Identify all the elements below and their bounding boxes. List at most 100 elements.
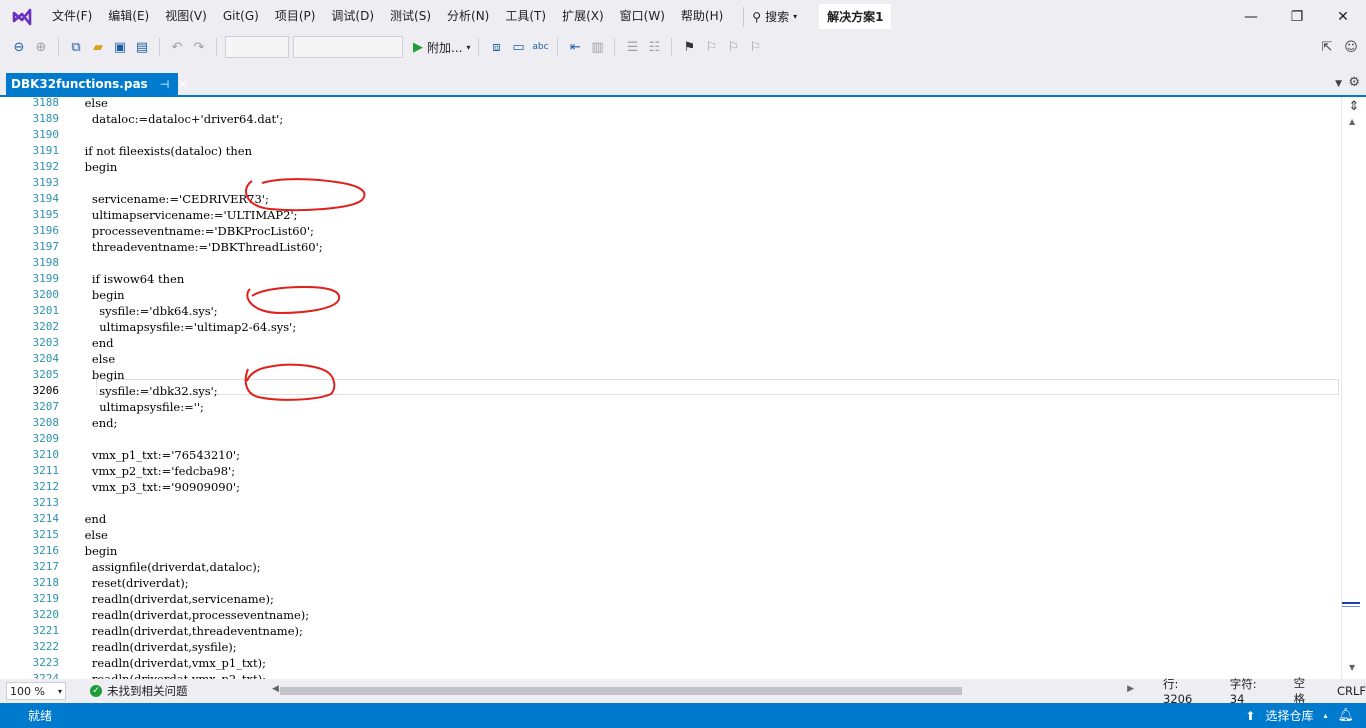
solution-platform-combo[interactable]: [293, 36, 403, 58]
code-text[interactable]: if iswow64 then: [70, 271, 184, 287]
menu-window[interactable]: 窗口(W): [612, 0, 673, 33]
scroll-up-icon[interactable]: ▲: [1349, 117, 1355, 126]
indent-icon[interactable]: ☰: [623, 38, 641, 56]
code-text[interactable]: servicename:='CEDRIVER73';: [70, 191, 269, 207]
code-line[interactable]: 3199 if iswow64 then: [0, 271, 1341, 287]
menu-edit[interactable]: 编辑(E): [100, 0, 157, 33]
save-all-icon[interactable]: ▤: [133, 38, 151, 56]
code-text[interactable]: vmx_p1_txt:='76543210';: [70, 447, 240, 463]
menu-test[interactable]: 测试(S): [382, 0, 439, 33]
menu-file[interactable]: 文件(F): [44, 0, 100, 33]
code-text[interactable]: begin: [70, 543, 118, 559]
outdent-icon[interactable]: ☷: [645, 38, 663, 56]
select-repo-button[interactable]: 选择仓库: [1265, 707, 1313, 724]
clear-bookmark-icon[interactable]: ⚐: [746, 38, 764, 56]
code-line[interactable]: 3215 else: [0, 527, 1341, 543]
code-line[interactable]: 3218 reset(driverdat);: [0, 575, 1341, 591]
code-line[interactable]: 3191 if not fileexists(dataloc) then: [0, 143, 1341, 159]
scroll-left-icon[interactable]: ◀: [272, 684, 279, 694]
feedback-icon[interactable]: ☺: [1342, 38, 1360, 56]
menu-help[interactable]: 帮助(H): [673, 0, 731, 33]
code-line[interactable]: 3197 threadeventname:='DBKThreadList60';: [0, 239, 1341, 255]
spell-check-icon[interactable]: abc: [531, 38, 549, 56]
menu-debug[interactable]: 调试(D): [323, 0, 382, 33]
tab-dbk32functions[interactable]: DBK32functions.pas ⊣ ×: [6, 73, 188, 95]
code-line[interactable]: 3220 readln(driverdat,processeventname);: [0, 607, 1341, 623]
menu-analyze[interactable]: 分析(N): [439, 0, 497, 33]
save-icon[interactable]: ▣: [111, 38, 129, 56]
code-line[interactable]: 3216 begin: [0, 543, 1341, 559]
code-text[interactable]: threadeventname:='DBKThreadList60';: [70, 239, 323, 255]
line-ending-indicator[interactable]: CRLF: [1337, 684, 1366, 698]
browser-link-icon[interactable]: ⧈: [487, 38, 505, 56]
horizontal-scrollbar[interactable]: ◀ ▶: [272, 684, 1134, 698]
code-line[interactable]: 3193: [0, 175, 1341, 191]
new-project-icon[interactable]: ⧉: [67, 38, 85, 56]
code-text[interactable]: ultimapservicename:='ULTIMAP2';: [70, 207, 298, 223]
code-line[interactable]: 3207 ultimapsysfile:='';: [0, 399, 1341, 415]
visual-studio-logo-icon[interactable]: [0, 0, 44, 33]
code-line[interactable]: 3209: [0, 431, 1341, 447]
code-line[interactable]: 3205 begin: [0, 367, 1341, 383]
chevron-up-icon[interactable]: ▴: [1323, 711, 1327, 720]
minimize-button[interactable]: —: [1228, 0, 1274, 33]
code-line[interactable]: 3223 readln(driverdat,vmx_p1_txt);: [0, 655, 1341, 671]
share-icon[interactable]: ⇱: [1318, 38, 1336, 56]
close-window-button[interactable]: ✕: [1320, 0, 1366, 33]
menu-git[interactable]: Git(G): [215, 0, 267, 33]
code-text[interactable]: begin: [70, 367, 125, 383]
code-line[interactable]: 3203 end: [0, 335, 1341, 351]
vertical-scrollbar[interactable]: ⇕ ▲ ▼: [1341, 97, 1366, 679]
prev-bookmark-icon[interactable]: ⚐: [702, 38, 720, 56]
redo-icon[interactable]: ↷: [190, 38, 208, 56]
tab-list-dropdown-icon[interactable]: ▼: [1335, 79, 1342, 89]
code-line[interactable]: 3204 else: [0, 351, 1341, 367]
code-text[interactable]: end: [70, 335, 114, 351]
code-line[interactable]: 3224 readln(driverdat,vmx_p2_txt);: [0, 671, 1341, 679]
notifications-icon[interactable]: 🔔︎: [1337, 708, 1354, 723]
code-text[interactable]: readln(driverdat,processeventname);: [70, 607, 309, 623]
code-line[interactable]: 3206 sysfile:='dbk32.sys';: [0, 383, 1341, 399]
attach-button[interactable]: ▶ 附加... ▾: [413, 39, 470, 56]
code-line[interactable]: 3214 end: [0, 511, 1341, 527]
bookmark-icon[interactable]: ⚑: [680, 38, 698, 56]
code-text[interactable]: ultimapsysfile:='ultimap2-64.sys';: [70, 319, 296, 335]
search-button[interactable]: ⚲ 搜索 ▾: [743, 6, 805, 27]
forward-icon[interactable]: ⊕: [32, 38, 50, 56]
code-text[interactable]: dataloc:=dataloc+'driver64.dat';: [70, 111, 283, 127]
scroll-down-icon[interactable]: ▼: [1349, 663, 1355, 672]
code-line[interactable]: 3213: [0, 495, 1341, 511]
code-text[interactable]: vmx_p2_txt:='fedcba98';: [70, 463, 235, 479]
code-text[interactable]: readln(driverdat,sysfile);: [70, 639, 237, 655]
code-line[interactable]: 3217 assignfile(driverdat,dataloc);: [0, 559, 1341, 575]
next-bookmark-icon[interactable]: ⚐: [724, 38, 742, 56]
code-line[interactable]: 3219 readln(driverdat,servicename);: [0, 591, 1341, 607]
code-text[interactable]: readln(driverdat,servicename);: [70, 591, 274, 607]
cursor-icon[interactable]: ⇤: [566, 38, 584, 56]
code-line[interactable]: 3211 vmx_p2_txt:='fedcba98';: [0, 463, 1341, 479]
code-text[interactable]: ultimapsysfile:='';: [70, 399, 204, 415]
code-text[interactable]: begin: [70, 159, 118, 175]
solution-configuration-combo[interactable]: [225, 36, 289, 58]
code-text[interactable]: else: [70, 97, 108, 111]
char-indicator[interactable]: 字符: 34: [1230, 676, 1272, 706]
code-text[interactable]: readln(driverdat,threadeventname);: [70, 623, 303, 639]
code-text[interactable]: readln(driverdat,vmx_p1_txt);: [70, 655, 266, 671]
code-text[interactable]: readln(driverdat,vmx_p2_txt);: [70, 671, 266, 679]
code-line[interactable]: 3196 processeventname:='DBKProcList60';: [0, 223, 1341, 239]
code-line[interactable]: 3212 vmx_p3_txt:='90909090';: [0, 479, 1341, 495]
code-line[interactable]: 3221 readln(driverdat,threadeventname);: [0, 623, 1341, 639]
code-line[interactable]: 3202 ultimapsysfile:='ultimap2-64.sys';: [0, 319, 1341, 335]
code-text[interactable]: else: [70, 527, 108, 543]
code-line[interactable]: 3189 dataloc:=dataloc+'driver64.dat';: [0, 111, 1341, 127]
code-line[interactable]: 3190: [0, 127, 1341, 143]
code-text[interactable]: end;: [70, 415, 117, 431]
code-text[interactable]: processeventname:='DBKProcList60';: [70, 223, 314, 239]
code-line[interactable]: 3198: [0, 255, 1341, 271]
code-line[interactable]: 3210 vmx_p1_txt:='76543210';: [0, 447, 1341, 463]
restore-button[interactable]: ❐: [1274, 0, 1320, 33]
code-text[interactable]: if not fileexists(dataloc) then: [70, 143, 252, 159]
menu-project[interactable]: 项目(P): [267, 0, 324, 33]
code-line[interactable]: 3195 ultimapservicename:='ULTIMAP2';: [0, 207, 1341, 223]
code-line[interactable]: 3201 sysfile:='dbk64.sys';: [0, 303, 1341, 319]
